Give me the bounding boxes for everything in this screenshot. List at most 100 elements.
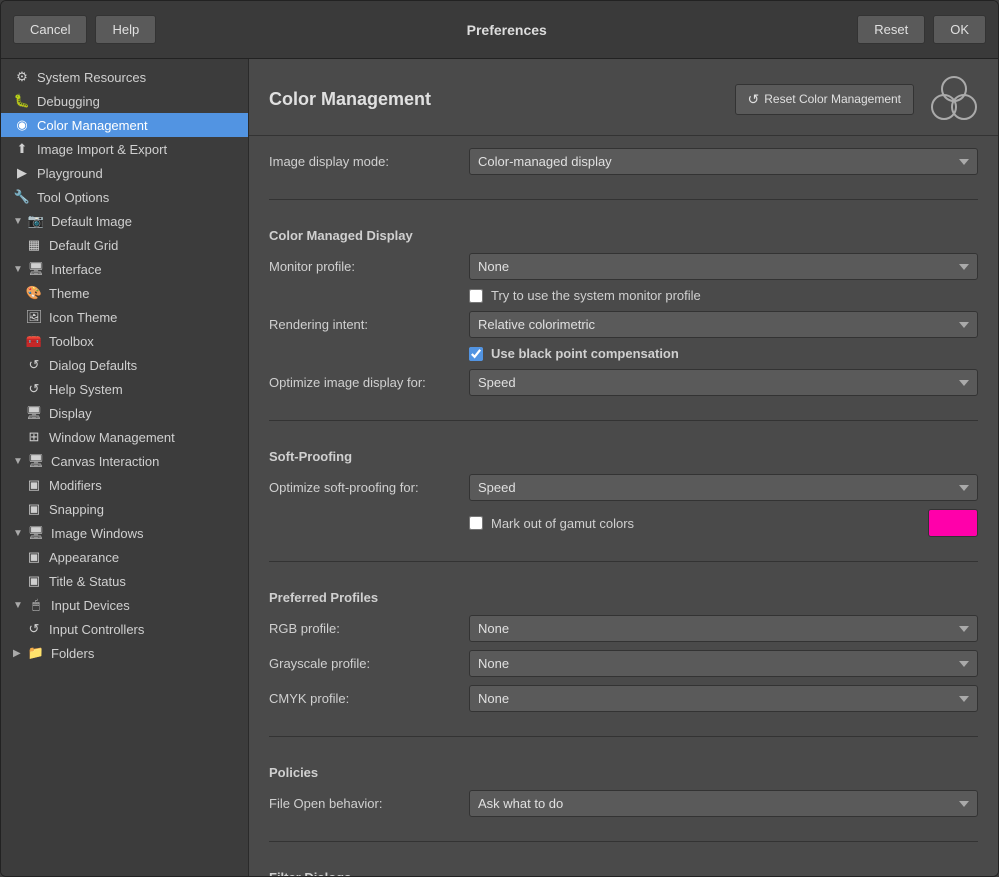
divider-5 [269, 841, 978, 842]
sidebar-item-debugging[interactable]: 🐛 Debugging [1, 89, 248, 113]
window-title: Preferences [156, 22, 857, 38]
title-status-icon: ▣ [25, 572, 43, 590]
sidebar-item-image-windows[interactable]: ▼ 🖥 Image Windows [1, 521, 248, 545]
monitor-profile-control: None [469, 253, 978, 280]
collapse-arrow-icon: ▶ [13, 648, 25, 659]
sidebar-item-color-management[interactable]: ◉ Color Management [1, 113, 248, 137]
sidebar-item-icon-theme[interactable]: 🖼 Icon Theme [1, 305, 248, 329]
soft-proofing-heading: Soft-Proofing [269, 449, 978, 464]
sidebar-item-label: Display [49, 406, 92, 421]
sidebar-item-toolbox[interactable]: 🧰 Toolbox [1, 329, 248, 353]
system-resources-icon: ⚙ [13, 68, 31, 86]
optimize-softproof-row: Optimize soft-proofing for: Speed [269, 474, 978, 501]
sidebar-item-label: Default Grid [49, 238, 118, 253]
optimize-display-row: Optimize image display for: Speed [269, 369, 978, 396]
color-managed-display-heading: Color Managed Display [269, 228, 978, 243]
sidebar-item-folders[interactable]: ▶ 📁 Folders [1, 641, 248, 665]
content-title: Color Management [269, 89, 431, 110]
sidebar-item-label: Default Image [51, 214, 132, 229]
sidebar-item-label: Appearance [49, 550, 119, 565]
reset-color-management-button[interactable]: ↺ Reset Color Management [735, 84, 914, 115]
sidebar-item-label: Icon Theme [49, 310, 117, 325]
help-button[interactable]: Help [95, 15, 156, 44]
sidebar-item-appearance[interactable]: ▣ Appearance [1, 545, 248, 569]
optimize-softproof-control: Speed [469, 474, 978, 501]
sidebar-item-snapping[interactable]: ▣ Snapping [1, 497, 248, 521]
sidebar-item-theme[interactable]: 🎨 Theme [1, 281, 248, 305]
optimize-softproof-select[interactable]: Speed [469, 474, 978, 501]
cmyk-profile-label: CMYK profile: [269, 691, 469, 706]
sidebar-item-label: Image Windows [51, 526, 143, 541]
cmyk-profile-select[interactable]: None [469, 685, 978, 712]
sidebar-item-label: Title & Status [49, 574, 126, 589]
sidebar-item-label: Input Controllers [49, 622, 144, 637]
collapse-arrow-icon: ▼ [13, 216, 25, 227]
black-point-compensation-checkbox[interactable] [469, 347, 483, 361]
sidebar-item-input-devices[interactable]: ▼ 🖱 Input Devices [1, 593, 248, 617]
black-point-compensation-row: Use black point compensation [269, 346, 978, 361]
rgb-profile-select[interactable]: None [469, 615, 978, 642]
sidebar-item-label: Toolbox [49, 334, 94, 349]
rendering-intent-control: Relative colorimetric [469, 311, 978, 338]
preferred-profiles-section: Preferred Profiles RGB profile: None Gra… [249, 570, 998, 732]
snapping-icon: ▣ [25, 500, 43, 518]
monitor-profile-row: Monitor profile: None [269, 253, 978, 280]
mark-out-of-gamut-row: Mark out of gamut colors [269, 509, 978, 537]
sidebar-item-title-status[interactable]: ▣ Title & Status [1, 569, 248, 593]
rgb-profile-row: RGB profile: None [269, 615, 978, 642]
sidebar-item-default-image[interactable]: ▼ 📷 Default Image [1, 209, 248, 233]
mark-out-of-gamut-label[interactable]: Mark out of gamut colors [491, 516, 920, 531]
mark-out-of-gamut-checkbox[interactable] [469, 516, 483, 530]
reset-button-label: Reset Color Management [764, 92, 901, 106]
image-display-mode-select[interactable]: Color-managed display [469, 148, 978, 175]
content-panel: Color Management ↺ Reset Color Managemen… [249, 59, 998, 876]
color-managed-display-section: Color Managed Display Monitor profile: N… [249, 208, 998, 416]
grayscale-profile-select[interactable]: None [469, 650, 978, 677]
folders-icon: 📁 [27, 644, 45, 662]
sidebar-item-dialog-defaults[interactable]: ↺ Dialog Defaults [1, 353, 248, 377]
sidebar-item-input-controllers[interactable]: ↺ Input Controllers [1, 617, 248, 641]
rendering-intent-select[interactable]: Relative colorimetric [469, 311, 978, 338]
sidebar-item-playground[interactable]: ▶ Playground [1, 161, 248, 185]
divider-4 [269, 736, 978, 737]
sidebar-item-label: Canvas Interaction [51, 454, 159, 469]
default-image-icon: 📷 [27, 212, 45, 230]
gamut-color-swatch[interactable] [928, 509, 978, 537]
sidebar-item-label: Dialog Defaults [49, 358, 137, 373]
tool-options-icon: 🔧 [13, 188, 31, 206]
sidebar-item-modifiers[interactable]: ▣ Modifiers [1, 473, 248, 497]
reset-button[interactable]: Reset [857, 15, 925, 44]
sidebar-item-window-management[interactable]: ⊞ Window Management [1, 425, 248, 449]
sidebar-item-image-import-export[interactable]: ⬆ Image Import & Export [1, 137, 248, 161]
sidebar-item-help-system[interactable]: ↺ Help System [1, 377, 248, 401]
sidebar-item-label: Debugging [37, 94, 100, 109]
try-system-monitor-label[interactable]: Try to use the system monitor profile [491, 288, 701, 303]
icon-theme-icon: 🖼 [25, 308, 43, 326]
titlebar-left-buttons: Cancel Help [13, 15, 156, 44]
try-system-monitor-checkbox[interactable] [469, 289, 483, 303]
sidebar-item-label: Playground [37, 166, 103, 181]
sidebar-item-label: Modifiers [49, 478, 102, 493]
file-open-behavior-select[interactable]: Ask what to do [469, 790, 978, 817]
sidebar-item-canvas-interaction[interactable]: ▼ 🖥 Canvas Interaction [1, 449, 248, 473]
content-header: Color Management ↺ Reset Color Managemen… [249, 59, 998, 136]
sidebar-item-interface[interactable]: ▼ 🖥 Interface [1, 257, 248, 281]
playground-icon: ▶ [13, 164, 31, 182]
sidebar-item-tool-options[interactable]: 🔧 Tool Options [1, 185, 248, 209]
sidebar-item-display[interactable]: 🖥 Display [1, 401, 248, 425]
ok-button[interactable]: OK [933, 15, 986, 44]
optimize-display-label: Optimize image display for: [269, 375, 469, 390]
optimize-display-select[interactable]: Speed [469, 369, 978, 396]
cancel-button[interactable]: Cancel [13, 15, 87, 44]
input-controllers-icon: ↺ [25, 620, 43, 638]
display-icon: 🖥 [25, 404, 43, 422]
collapse-arrow-icon: ▼ [13, 264, 25, 275]
image-windows-icon: 🖥 [27, 524, 45, 542]
sidebar-item-default-grid[interactable]: ▦ Default Grid [1, 233, 248, 257]
input-devices-icon: 🖱 [27, 596, 45, 614]
help-system-icon: ↺ [25, 380, 43, 398]
monitor-profile-select[interactable]: None [469, 253, 978, 280]
sidebar-item-label: Input Devices [51, 598, 130, 613]
sidebar-item-system-resources[interactable]: ⚙ System Resources [1, 65, 248, 89]
black-point-compensation-label[interactable]: Use black point compensation [491, 346, 679, 361]
